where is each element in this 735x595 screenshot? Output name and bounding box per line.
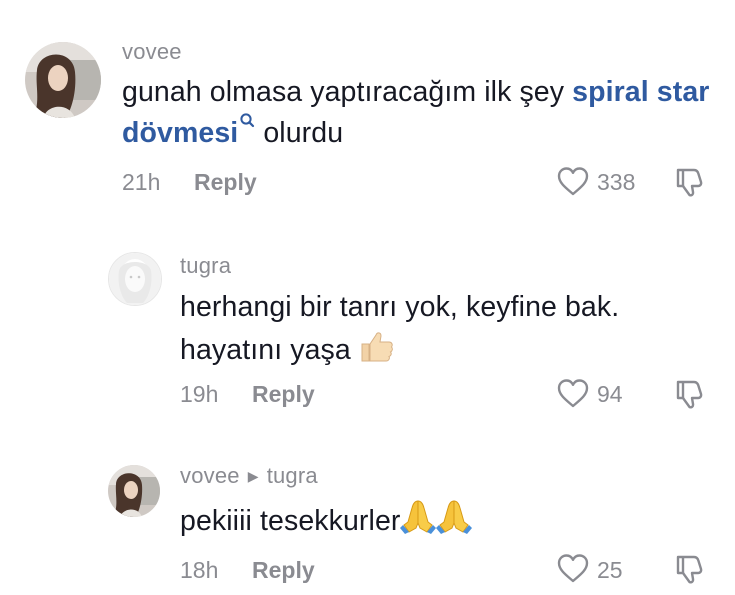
comment-text-part: olurdu <box>255 117 344 149</box>
search-icon <box>240 113 255 128</box>
heart-icon[interactable] <box>556 377 590 411</box>
comment-text-line: herhangi bir tanrı yok, keyfine bak. <box>180 291 620 323</box>
comment-text: pekiiii tesekkurler <box>180 498 700 541</box>
reply-arrow-icon: ▶ <box>247 468 259 484</box>
dislike-icon[interactable] <box>672 377 706 411</box>
avatar-photo <box>108 465 160 517</box>
comment-username[interactable]: tugra <box>180 253 231 279</box>
like-count: 25 <box>597 557 623 583</box>
dislike-icon[interactable] <box>672 552 706 586</box>
thumbs-up-emoji-icon <box>361 332 393 362</box>
comment-text-line2: hayatını yaşa <box>180 329 700 370</box>
comment-timestamp: 19h <box>180 381 219 407</box>
avatar[interactable] <box>108 465 160 517</box>
avatar-photo <box>25 42 101 118</box>
avatar[interactable] <box>108 252 162 306</box>
reply-item: tugra herhangi bir tanrı yok, keyfine ba… <box>0 215 735 415</box>
comment-item: vovee gunah olmasa yaptıracağım ilk şey … <box>0 0 735 215</box>
heart-icon[interactable] <box>556 552 590 586</box>
like-count: 94 <box>597 381 623 407</box>
avatar-photo <box>109 253 161 305</box>
avatar[interactable] <box>25 42 101 118</box>
comment-text-part: pekiiii tesekkurler <box>180 505 401 537</box>
comment-text-part: hayatını yaşa <box>180 334 351 366</box>
comment-username-row: vovee ▶ tugra <box>180 463 318 489</box>
comment-timestamp: 18h <box>180 557 219 583</box>
heart-icon[interactable] <box>556 165 590 199</box>
comment-text: herhangi bir tanrı yok, keyfine bak. hay… <box>180 287 700 370</box>
like-count: 338 <box>597 169 636 195</box>
comment-username[interactable]: vovee <box>122 39 182 65</box>
reply-button[interactable]: Reply <box>252 557 315 584</box>
comment-username[interactable]: vovee <box>180 463 240 488</box>
reply-item: vovee ▶ tugra pekiiii tesekkurler 18h Repl… <box>0 415 735 595</box>
comment-timestamp: 21h <box>122 169 161 195</box>
comment-text-part: gunah olmasa yaptıracağım ilk şey <box>122 76 573 108</box>
reply-to-username[interactable]: tugra <box>267 463 318 488</box>
dislike-icon[interactable] <box>672 165 706 199</box>
folded-hands-emoji-icon <box>400 500 473 534</box>
reply-button[interactable]: Reply <box>194 169 257 196</box>
reply-button[interactable]: Reply <box>252 381 315 408</box>
comment-text: gunah olmasa yaptıracağım ilk şey spiral… <box>122 72 712 153</box>
